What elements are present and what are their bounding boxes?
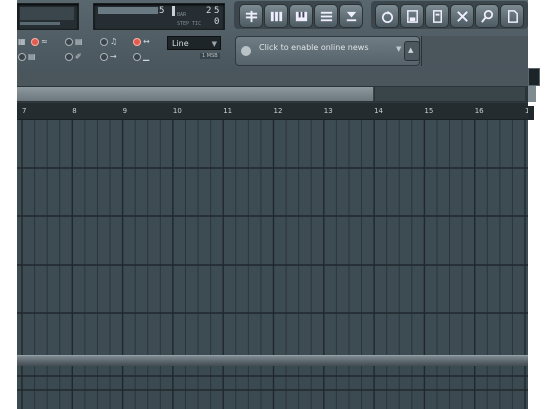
browser-icon <box>346 11 356 21</box>
countdown-toggle[interactable]: ▁ <box>133 53 149 61</box>
wait-led <box>100 53 108 61</box>
loop-arrows-icon: ↔ <box>143 37 150 46</box>
record-toggle[interactable]: ≈ <box>31 38 48 46</box>
magnifier-button[interactable] <box>475 4 499 28</box>
arrow-right-icon: → <box>110 52 117 61</box>
ruler-label: 12 <box>273 107 283 115</box>
playlist-horizontal-scrollbar[interactable] <box>17 86 528 102</box>
snap-select-value: Line <box>172 39 189 48</box>
scrollbar-track[interactable] <box>375 87 525 101</box>
blend-notes-toggle[interactable]: ♫ <box>100 38 117 46</box>
save-button[interactable] <box>400 4 424 28</box>
step-sequencer-button[interactable] <box>264 4 288 28</box>
ruler-label: 7 <box>22 107 27 115</box>
edge-marker <box>528 106 534 120</box>
metronome-toggle[interactable]: ▦ <box>18 38 26 46</box>
pattern-led <box>65 53 73 61</box>
arrow-up-icon: ▲ <box>408 46 414 54</box>
step-sequencer-icon <box>270 11 282 21</box>
lower-track-grid[interactable] <box>17 366 528 409</box>
level-icon: ▁ <box>143 52 150 61</box>
position-handle[interactable] <box>172 6 175 16</box>
playlist-grid[interactable] <box>17 120 528 355</box>
news-text: Click to enable online news <box>259 43 369 52</box>
bar-value: 2 <box>206 6 212 16</box>
ruler-label: 14 <box>374 107 384 115</box>
ruler-label: 10 <box>172 107 182 115</box>
ruler-label: 11 <box>223 107 233 115</box>
piano-roll-icon <box>295 11 307 21</box>
memory-meter <box>20 22 60 25</box>
document-button[interactable] <box>500 4 524 28</box>
playlist-grid-lines <box>17 120 528 355</box>
position-slider[interactable] <box>98 7 158 14</box>
ruler-label: 8 <box>72 107 77 115</box>
song-position-display[interactable]: 5 BAR 2 5 STEP TIC 0 <box>93 3 225 30</box>
record-led <box>31 38 39 46</box>
magnifier-icon <box>480 9 493 23</box>
hint-panel <box>421 36 528 66</box>
mixer-icon <box>320 11 332 21</box>
fl-studio-window: 5 BAR 2 5 STEP TIC 0 ▦ ≈ ▤ ♫ ↔ ▤ ✐ → ▁ L… <box>17 0 528 409</box>
lower-grid-lines <box>17 366 528 409</box>
pattern-toggle[interactable]: ✐ <box>65 53 82 61</box>
tempo-value: 5 <box>159 6 165 16</box>
cut-button[interactable] <box>450 4 474 28</box>
waveform-icon: ≈ <box>41 37 48 46</box>
ruler-label: 15 <box>424 107 434 115</box>
piano-roll-button[interactable] <box>289 4 313 28</box>
wait-toggle[interactable]: → <box>100 53 117 61</box>
typing-led <box>18 53 26 61</box>
document-icon <box>507 9 518 23</box>
step-tick-label: STEP TIC <box>177 21 202 27</box>
step-value: 5 <box>214 6 220 16</box>
globe-icon <box>241 46 251 56</box>
cpu-meter <box>20 7 74 20</box>
scrollbar-thumb[interactable] <box>17 87 374 101</box>
edge-button[interactable] <box>528 68 540 86</box>
chevron-down-icon: ▼ <box>211 40 217 48</box>
blend-led <box>100 38 108 46</box>
timeline-ruler[interactable]: 7891011121314151617 <box>17 103 528 120</box>
undo-button[interactable] <box>375 4 399 28</box>
loop-record-toggle[interactable]: ↔ <box>133 38 150 46</box>
main-toolbar: 5 BAR 2 5 STEP TIC 0 ▦ ≈ ▤ ♫ ↔ ▤ ✐ → ▁ L… <box>17 0 528 71</box>
tick-value: 0 <box>214 17 220 27</box>
bar-label: BAR <box>177 12 187 18</box>
save-icon <box>406 9 418 23</box>
grid-icon: ▦ <box>18 37 26 46</box>
cut-icon <box>456 10 468 22</box>
playlist-button[interactable] <box>239 4 263 28</box>
browser-button[interactable] <box>339 4 363 28</box>
playlist-icon <box>245 10 257 22</box>
toolbar-gap <box>17 70 528 86</box>
news-dropdown-icon[interactable]: ▼ <box>396 45 401 53</box>
export-button[interactable] <box>425 4 449 28</box>
typing-keyboard-toggle[interactable]: ▤ <box>18 53 36 61</box>
countdown-led <box>133 53 141 61</box>
piano-keys-icon: ▤ <box>75 37 83 46</box>
ruler-label: 16 <box>474 107 484 115</box>
mixer-button[interactable] <box>314 4 338 28</box>
cpu-monitor <box>17 3 79 30</box>
outer-edge <box>528 0 545 409</box>
news-action-button[interactable]: ▲ <box>404 41 420 61</box>
snap-hint: 1 MSB <box>200 53 220 59</box>
snap-select[interactable]: Line ▼ <box>167 36 221 50</box>
undo-icon <box>381 10 393 23</box>
notes-icon: ♫ <box>110 37 118 46</box>
export-icon <box>432 9 442 23</box>
ruler-label: 13 <box>323 107 333 115</box>
step-edit-toggle[interactable]: ▤ <box>65 38 83 46</box>
pencil-icon: ✐ <box>75 52 82 61</box>
keyboard-icon: ▤ <box>28 52 36 61</box>
ruler-label: 9 <box>122 107 128 115</box>
step-edit-led <box>65 38 73 46</box>
edge-tab[interactable] <box>528 86 536 102</box>
online-news-panel[interactable]: Click to enable online news ▼ ▲ <box>235 36 420 66</box>
loop-record-led <box>133 38 141 46</box>
